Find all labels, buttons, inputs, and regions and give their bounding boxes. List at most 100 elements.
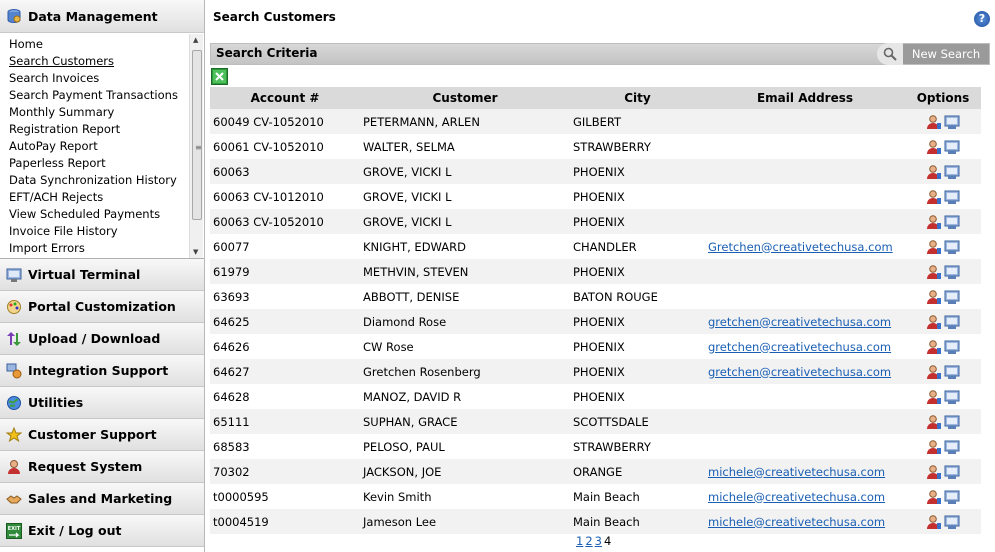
edit-customer-icon[interactable] — [926, 489, 942, 505]
sidebar-item-monthly-summary[interactable]: Monthly Summary — [9, 104, 204, 121]
edit-customer-icon[interactable] — [926, 114, 942, 130]
view-customer-icon[interactable] — [944, 189, 960, 205]
edit-customer-icon[interactable] — [926, 514, 942, 530]
cell-customer: GROVE, VICKI L — [363, 189, 452, 204]
sidebar-item-data-synchronization-history[interactable]: Data Synchronization History — [9, 172, 204, 189]
table-row[interactable]: 64626 CW Rose PHOENIX gretchen@creativetech… — [210, 334, 981, 359]
section-label: Sales and Marketing — [28, 491, 173, 506]
email-link[interactable]: gretchen@creativetechusa.com — [708, 365, 891, 379]
view-customer-icon[interactable] — [944, 489, 960, 505]
view-customer-icon[interactable] — [944, 214, 960, 230]
edit-customer-icon[interactable] — [926, 439, 942, 455]
edit-customer-icon[interactable] — [926, 214, 942, 230]
column-header-city[interactable]: City — [570, 87, 705, 109]
email-link[interactable]: michele@creativetechusa.com — [708, 490, 885, 504]
email-link[interactable]: gretchen@creativetechusa.com — [708, 340, 891, 354]
sidebar-item-registration-report[interactable]: Registration Report — [9, 121, 204, 138]
edit-customer-icon[interactable] — [926, 339, 942, 355]
sidebar-item-paperless-report[interactable]: Paperless Report — [9, 155, 204, 172]
excel-export-icon[interactable] — [211, 68, 228, 85]
view-customer-icon[interactable] — [944, 239, 960, 255]
edit-customer-icon[interactable] — [926, 464, 942, 480]
view-customer-icon[interactable] — [944, 314, 960, 330]
column-header-customer[interactable]: Customer — [360, 87, 570, 109]
table-row[interactable]: 60077 KNIGHT, EDWARD CHANDLER Gretchen@crea… — [210, 234, 981, 259]
edit-customer-icon[interactable] — [926, 364, 942, 380]
view-customer-icon[interactable] — [944, 514, 960, 530]
view-customer-icon[interactable] — [944, 164, 960, 180]
help-icon[interactable]: ? — [974, 11, 990, 27]
new-search-button[interactable]: New Search — [903, 44, 989, 64]
edit-customer-icon[interactable] — [926, 139, 942, 155]
view-customer-icon[interactable] — [944, 439, 960, 455]
section-request-system[interactable]: Request System — [0, 451, 204, 483]
cell-customer: ABBOTT, DENISE — [363, 289, 460, 304]
table-row[interactable]: t0000595 Kevin Smith Main Beach michele@cre… — [210, 484, 981, 509]
email-link[interactable]: michele@creativetechusa.com — [708, 465, 885, 479]
view-customer-icon[interactable] — [944, 264, 960, 280]
table-row[interactable]: 60063 GROVE, VICKI L PHOENIX — [210, 159, 981, 184]
scrollbar-thumb[interactable]: ≡ — [192, 50, 202, 220]
table-row[interactable]: 70302 JACKSON, JOE ORANGE michele@creativet… — [210, 459, 981, 484]
table-row[interactable]: 65111 SUPHAN, GRACE SCOTTSDALE — [210, 409, 981, 434]
scroll-down-arrow-icon[interactable]: ▼ — [193, 248, 198, 256]
table-row[interactable]: 63693 ABBOTT, DENISE BATON ROUGE — [210, 284, 981, 309]
table-row[interactable]: 60061 CV-1052010 WALTER, SELMA STRAWBERRY — [210, 134, 981, 159]
email-link[interactable]: Gretchen@creativetechusa.com — [708, 240, 893, 254]
table-row[interactable]: 60063 CV-1052010 GROVE, VICKI L PHOENIX — [210, 209, 981, 234]
table-row[interactable]: 68583 PELOSO, PAUL STRAWBERRY — [210, 434, 981, 459]
page-link-2[interactable]: 2 — [585, 534, 592, 548]
page-link-1[interactable]: 1 — [576, 534, 583, 548]
sidebar-item-search-payment-transactions[interactable]: Search Payment Transactions — [9, 87, 204, 104]
section-exit-log-out[interactable]: EXIT Exit / Log out — [0, 515, 204, 547]
sidebar-item-search-invoices[interactable]: Search Invoices — [9, 70, 204, 87]
section-customer-support[interactable]: Customer Support — [0, 419, 204, 451]
scroll-up-arrow-icon[interactable]: ▲ — [193, 36, 198, 44]
table-row[interactable]: 64627 Gretchen Rosenberg PHOENIX gretchen@c… — [210, 359, 981, 384]
menu-scrollbar[interactable]: ▲ ≡ ▼ — [189, 34, 203, 258]
table-row[interactable]: 64625 Diamond Rose PHOENIX gretchen@creativ… — [210, 309, 981, 334]
edit-customer-icon[interactable] — [926, 414, 942, 430]
view-customer-icon[interactable] — [944, 289, 960, 305]
sidebar-item-autopay-report[interactable]: AutoPay Report — [9, 138, 204, 155]
column-header-email[interactable]: Email Address — [705, 87, 905, 109]
sidebar-item-invoice-file-history[interactable]: Invoice File History — [9, 223, 204, 240]
view-customer-icon[interactable] — [944, 339, 960, 355]
sidebar-item-home[interactable]: Home — [9, 36, 204, 53]
edit-customer-icon[interactable] — [926, 264, 942, 280]
section-data-management[interactable]: Data Management — [0, 0, 204, 33]
section-utilities[interactable]: Utilities — [0, 387, 204, 419]
page-link-3[interactable]: 3 — [595, 534, 602, 548]
edit-customer-icon[interactable] — [926, 314, 942, 330]
section-sales-and-marketing[interactable]: Sales and Marketing — [0, 483, 204, 515]
view-customer-icon[interactable] — [944, 139, 960, 155]
email-link[interactable]: michele@creativetechusa.com — [708, 515, 885, 529]
table-row[interactable]: 64628 MANOZ, DAVID R PHOENIX — [210, 384, 981, 409]
sidebar-item-search-customers[interactable]: Search Customers — [9, 53, 204, 70]
section-upload-download[interactable]: Upload / Download — [0, 323, 204, 355]
view-customer-icon[interactable] — [944, 389, 960, 405]
search-icon[interactable] — [877, 43, 903, 65]
view-customer-icon[interactable] — [944, 464, 960, 480]
table-row[interactable]: 60049 CV-1052010 PETERMANN, ARLEN GILBERT — [210, 109, 981, 134]
sidebar-item-view-scheduled-payments[interactable]: View Scheduled Payments — [9, 206, 204, 223]
sidebar-item-import-errors[interactable]: Import Errors — [9, 240, 204, 257]
edit-customer-icon[interactable] — [926, 239, 942, 255]
edit-customer-icon[interactable] — [926, 389, 942, 405]
table-row[interactable]: t0004519 Jameson Lee Main Beach michele@cre… — [210, 509, 981, 534]
view-customer-icon[interactable] — [944, 114, 960, 130]
table-row[interactable]: 60063 CV-1012010 GROVE, VICKI L PHOENIX — [210, 184, 981, 209]
section-integration-support[interactable]: Integration Support — [0, 355, 204, 387]
edit-customer-icon[interactable] — [926, 189, 942, 205]
section-virtual-terminal[interactable]: Virtual Terminal — [0, 259, 204, 291]
sidebar-item-eft-ach-rejects[interactable]: EFT/ACH Rejects — [9, 189, 204, 206]
edit-customer-icon[interactable] — [926, 289, 942, 305]
column-header-account[interactable]: Account # — [210, 87, 360, 109]
main-panel: Search Customers ? Search Criteria New S… — [206, 0, 995, 552]
email-link[interactable]: gretchen@creativetechusa.com — [708, 315, 891, 329]
edit-customer-icon[interactable] — [926, 164, 942, 180]
view-customer-icon[interactable] — [944, 414, 960, 430]
view-customer-icon[interactable] — [944, 364, 960, 380]
section-portal-customization[interactable]: Portal Customization — [0, 291, 204, 323]
table-row[interactable]: 61979 METHVIN, STEVEN PHOENIX — [210, 259, 981, 284]
